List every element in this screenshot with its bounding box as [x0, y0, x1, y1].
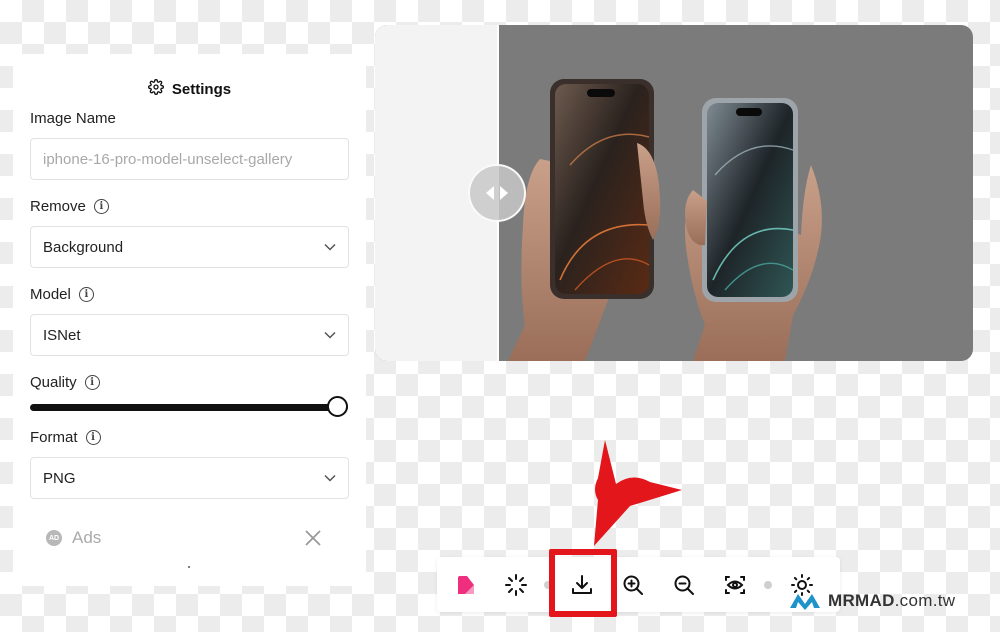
- chevron-down-icon: [324, 474, 336, 482]
- zoom-out-button[interactable]: [669, 570, 699, 600]
- gear-icon: [147, 79, 164, 99]
- settings-header: Settings: [13, 78, 366, 100]
- quality-label: Quality i: [30, 374, 100, 391]
- format-label: Format i: [30, 429, 101, 446]
- zoom-in-icon: [623, 575, 643, 595]
- settings-title: Settings: [171, 80, 232, 98]
- magic-select-icon[interactable]: [501, 570, 531, 600]
- model-label: Model i: [30, 286, 94, 303]
- ad-badge-icon: AD: [46, 530, 62, 546]
- chevron-down-icon: [324, 243, 336, 251]
- info-icon[interactable]: i: [93, 199, 109, 214]
- eye-scan-icon: [725, 576, 745, 594]
- preview-button[interactable]: [720, 570, 750, 600]
- format-label-text: Format: [30, 429, 78, 446]
- model-selected-value: ISNet: [43, 326, 81, 344]
- ads-label: Ads: [72, 528, 102, 547]
- image-name-label-text: Image Name: [30, 110, 116, 127]
- info-icon[interactable]: i: [84, 375, 100, 390]
- quality-label-text: Quality: [30, 374, 77, 391]
- zoom-in-button[interactable]: [618, 570, 648, 600]
- info-icon[interactable]: i: [78, 287, 94, 302]
- model-select[interactable]: ISNet: [30, 314, 349, 356]
- brand-logo-icon[interactable]: [451, 570, 481, 600]
- chevron-down-icon: [324, 331, 336, 339]
- remove-selected-value: Background: [43, 238, 124, 256]
- remove-select[interactable]: Background: [30, 226, 349, 268]
- model-label-text: Model: [30, 286, 71, 303]
- remove-label: Remove i: [30, 198, 109, 215]
- watermark-domain: .com.tw: [894, 591, 956, 610]
- red-arrow-annotation: [594, 440, 682, 546]
- watermark-brand: MRMAD: [828, 591, 895, 610]
- left-right-arrows-icon: [486, 186, 508, 200]
- preview-image-phones: [508, 79, 822, 361]
- remove-label-text: Remove: [30, 198, 86, 215]
- toolbar-separator: [764, 581, 772, 589]
- divider-dot: [188, 566, 190, 568]
- compare-slider-handle[interactable]: [468, 164, 526, 222]
- quality-slider-thumb[interactable]: [327, 396, 348, 417]
- mrmad-watermark: MRMAD.com.tw: [788, 588, 955, 614]
- image-name-label: Image Name: [30, 110, 116, 127]
- image-preview[interactable]: [375, 25, 973, 361]
- quality-slider-track[interactable]: [30, 404, 348, 411]
- image-name-value: iphone-16-pro-model-unselect-gallery: [43, 150, 293, 168]
- close-icon[interactable]: [304, 529, 322, 547]
- mrmad-logo-icon: [790, 594, 820, 610]
- format-selected-value: PNG: [43, 469, 76, 487]
- info-icon[interactable]: i: [85, 430, 101, 445]
- ads-row: AD Ads: [46, 526, 322, 550]
- format-select[interactable]: PNG: [30, 457, 349, 499]
- download-highlight-box: [549, 549, 617, 617]
- zoom-out-icon: [674, 575, 694, 595]
- bottom-toolbar: [437, 557, 840, 612]
- image-name-field[interactable]: iphone-16-pro-model-unselect-gallery: [30, 138, 349, 180]
- settings-panel: Settings Image Name iphone-16-pro-model-…: [13, 54, 366, 586]
